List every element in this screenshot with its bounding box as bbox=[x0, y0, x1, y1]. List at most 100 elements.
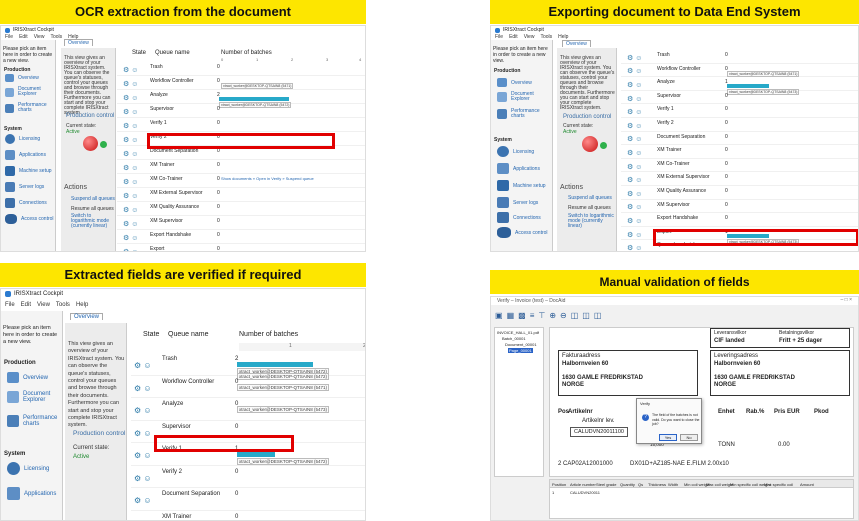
table-row[interactable]: ⚙ ☺ Trash 0 bbox=[621, 50, 858, 64]
table-row[interactable]: ⚙ ☺ Analyze 0 xtract_worker@DESKTOP-QTSAIN8… bbox=[131, 398, 365, 421]
align-icon[interactable]: ≡ bbox=[530, 311, 535, 320]
select-icon[interactable]: ⊤ bbox=[538, 311, 545, 320]
table-row[interactable]: ⚙ ☺ Document Separation 0 bbox=[131, 488, 365, 511]
tree-node-document[interactable]: Document_00001 bbox=[505, 342, 537, 347]
resume-all-queues[interactable]: Resume all queues bbox=[568, 205, 611, 211]
dialog-yes-button[interactable]: Yes bbox=[659, 434, 677, 441]
tree-node-file[interactable]: INVOICE_HALL_01.pdf bbox=[497, 330, 539, 335]
grid-cell[interactable]: 1 bbox=[552, 490, 554, 495]
table-row[interactable]: ⚙ ☺XM Trainer0 bbox=[621, 145, 858, 159]
table-row[interactable]: ⚙ ☺ Trash 0 bbox=[117, 62, 365, 76]
line-1-article-field[interactable]: CALUDVN20011100 bbox=[570, 427, 628, 437]
table-row[interactable]: ⚙ ☺ Export Handshake 0 bbox=[117, 230, 365, 244]
table-row[interactable]: ⚙ ☺ Verify 1 0 bbox=[117, 118, 365, 132]
table-row[interactable]: ⚙ ☺ Document Separation 0 bbox=[621, 132, 858, 146]
table-row[interactable]: ⚙ ☺ Verify 1 0 bbox=[621, 104, 858, 118]
stop-button[interactable] bbox=[83, 136, 98, 151]
dialog-no-button[interactable]: No bbox=[680, 434, 698, 441]
tree-node-batch[interactable]: Batch_00001 bbox=[502, 336, 526, 341]
menu-tools[interactable]: Tools bbox=[56, 302, 70, 308]
sidebar-item-performance-charts[interactable]: Performance charts bbox=[497, 109, 543, 119]
page-icon[interactable]: ◫ bbox=[582, 311, 590, 320]
zoom-out-icon[interactable]: ⊖ bbox=[560, 311, 567, 320]
resume-all-queues[interactable]: Resume all queues bbox=[71, 206, 114, 212]
stop-button[interactable] bbox=[582, 136, 598, 152]
sidebar-item-performance-charts[interactable]: Performance charts bbox=[5, 103, 48, 113]
switch-log-mode[interactable]: Switch to logarithmic mode (currently li… bbox=[71, 214, 113, 229]
menu-file[interactable]: File bbox=[5, 302, 15, 308]
sidebar-item-access-control[interactable]: Access control bbox=[5, 214, 54, 224]
table-row[interactable]: ⚙ ☺XM Trainer0 bbox=[131, 511, 365, 521]
sidebar-item-licensing[interactable]: Licensing bbox=[7, 462, 49, 475]
ship-to-line-2[interactable]: 1630 GAMLE FREDRIKSTAD bbox=[714, 375, 795, 381]
sidebar-item-overview[interactable]: Overview bbox=[497, 78, 532, 87]
sidebar-item-overview[interactable]: Overview bbox=[7, 372, 48, 383]
start-indicator[interactable] bbox=[600, 142, 607, 149]
bill-to-line-2[interactable]: 1630 GAMLE FREDRIKSTAD bbox=[562, 375, 643, 381]
line-1-price[interactable]: 0.00 bbox=[778, 442, 790, 448]
sidebar-item-licensing[interactable]: Licensing bbox=[497, 146, 534, 157]
menu-help[interactable]: Help bbox=[76, 302, 88, 308]
ship-to-line-1[interactable]: Halbornveien 60 bbox=[714, 361, 760, 367]
table-row[interactable]: ⚙ ☺ Workflow Controller 0 xtract_worker@DES… bbox=[621, 64, 858, 78]
table-row[interactable]: ⚙ ☺ Analyze 2 xtract_worker@DESKTOP-QTSAIN8… bbox=[117, 90, 365, 108]
grid-icon[interactable]: ▦ bbox=[507, 311, 515, 320]
table-row[interactable]: ⚙ ☺ Analyze 1 xtract_worker@DESKTOP-QTSAIN8… bbox=[621, 77, 858, 96]
table-row[interactable]: ⚙ ☺ XM Quality Assurance 0 bbox=[117, 202, 365, 216]
line-2-description[interactable]: DX01D+AZ185-NAE E.FILM 2.00x10 bbox=[630, 461, 729, 467]
line-2-article[interactable]: 2 CAP02A12001000 bbox=[558, 461, 613, 467]
sidebar-item-server-logs[interactable]: Server logs bbox=[497, 197, 538, 208]
table-row[interactable]: ⚙ ☺ Supervisor 0 bbox=[621, 91, 858, 105]
ship-to-line-3[interactable]: NORGE bbox=[714, 382, 736, 388]
zoom-fit-icon[interactable]: ◫ bbox=[571, 311, 579, 320]
sidebar-item-document-explorer[interactable]: Document Explorer bbox=[5, 87, 46, 97]
start-indicator[interactable] bbox=[100, 141, 107, 148]
sidebar-item-connections[interactable]: Connections bbox=[497, 212, 541, 223]
sidebar-item-applications[interactable]: Applications bbox=[5, 150, 46, 160]
table-row[interactable]: ⚙ ☺ Trash 2 xtract_worker@DESKTOP-QTSAIN8 (… bbox=[131, 353, 365, 380]
window-controls[interactable]: – □ × bbox=[841, 297, 853, 303]
menu-view[interactable]: View bbox=[37, 302, 50, 308]
properties-icon[interactable]: ▩ bbox=[518, 311, 526, 320]
table-row[interactable]: ⚙ ☺ Verify 2 0 bbox=[131, 466, 365, 488]
bill-to-line-1[interactable]: Halbornveien 60 bbox=[562, 361, 608, 367]
table-row[interactable]: ⚙ ☺ XM Co-Trainer 0 Show documents » Open i… bbox=[117, 174, 365, 188]
table-row[interactable]: ⚙ ☺ XM Supervisor 0 bbox=[117, 216, 365, 230]
table-row[interactable]: ⚙ ☺ Verify 2 0 bbox=[621, 118, 858, 132]
overview-tab[interactable]: Overview bbox=[70, 313, 104, 320]
bill-to-line-3[interactable]: NORGE bbox=[562, 382, 584, 388]
sidebar-item-machine-setup[interactable]: Machine setup bbox=[497, 180, 546, 191]
line-1-unit[interactable]: TONN bbox=[718, 442, 735, 448]
sidebar-item-licensing[interactable]: Licensing bbox=[5, 134, 40, 144]
sidebar-item-connections[interactable]: Connections bbox=[5, 198, 47, 208]
columns-icon[interactable]: ◫ bbox=[594, 311, 602, 320]
table-row[interactable]: ⚙ ☺ Export Handshake 0 bbox=[621, 213, 858, 227]
sidebar-item-machine-setup[interactable]: Machine setup bbox=[5, 166, 52, 176]
delivery-value[interactable]: CIF landed bbox=[714, 338, 745, 344]
table-row[interactable]: ⚙ ☺ Workflow Controller 0 xtract_worker@DES… bbox=[131, 376, 365, 398]
table-row[interactable]: ⚙ ☺ XM External Supervisor 0 bbox=[117, 188, 365, 202]
sidebar-item-server-logs[interactable]: Server logs bbox=[5, 182, 44, 192]
queue-actions-link[interactable]: Show documents » Open in Verify » Suspen… bbox=[221, 176, 314, 181]
tree-node-page[interactable]: Page_00001 bbox=[508, 348, 533, 353]
sidebar-item-performance-charts[interactable]: Performance charts bbox=[7, 415, 57, 427]
sidebar-item-document-explorer[interactable]: Document Explorer bbox=[497, 92, 541, 102]
suspend-all-queues[interactable]: Suspend all queues bbox=[71, 196, 115, 202]
zoom-in-icon[interactable]: ⊕ bbox=[549, 311, 556, 320]
table-row[interactable]: ⚙ ☺ XM External Supervisor 0 bbox=[621, 172, 858, 186]
suspend-all-queues[interactable]: Suspend all queues bbox=[568, 195, 612, 201]
sidebar-item-document-explorer[interactable]: Document Explorer bbox=[7, 391, 53, 403]
table-row[interactable]: ⚙ ☺ Export 0 bbox=[117, 244, 365, 251]
table-row[interactable]: ⚙ ☺XM Trainer0 bbox=[117, 160, 365, 174]
overview-tab[interactable]: Overview bbox=[562, 40, 591, 47]
grid-row[interactable]: 1 CALUDVN20011 bbox=[550, 489, 853, 496]
overview-tab[interactable]: Overview bbox=[64, 39, 93, 46]
grid-cell[interactable]: CALUDVN20011 bbox=[570, 490, 600, 495]
table-row[interactable]: ⚙ ☺ Supervisor 0 bbox=[117, 104, 365, 118]
sidebar-item-applications[interactable]: Applications bbox=[7, 487, 56, 500]
table-row[interactable]: ⚙ ☺ XM Supervisor 0 bbox=[621, 200, 858, 214]
table-row[interactable]: ⚙ ☺ XM Co-Trainer 0 bbox=[621, 159, 858, 173]
sidebar-item-access-control[interactable]: Access control bbox=[497, 227, 548, 238]
switch-log-mode[interactable]: Switch to logarithmic mode (currently li… bbox=[568, 214, 614, 229]
save-icon[interactable]: ▣ bbox=[495, 311, 503, 320]
